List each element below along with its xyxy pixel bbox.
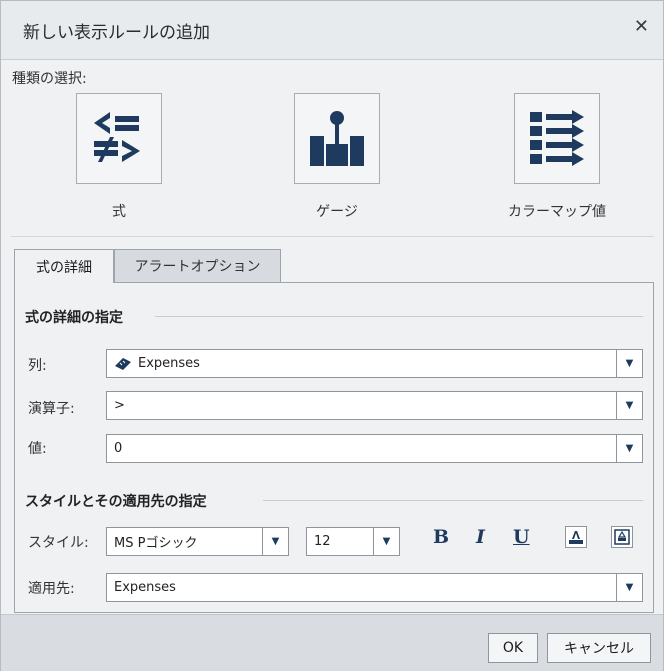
tab-alert-options[interactable]: アラートオプション bbox=[114, 249, 281, 282]
gauge-type-label: ゲージ bbox=[316, 204, 358, 220]
title-bar: 新しい表示ルールの追加 ✕ bbox=[1, 1, 663, 60]
measure-icon bbox=[115, 357, 131, 370]
colormap-icon bbox=[530, 109, 584, 166]
dialog-title: 新しい表示ルールの追加 bbox=[23, 23, 210, 43]
apply-to-select[interactable]: Expenses ▼ bbox=[106, 573, 643, 602]
ok-button[interactable]: OK bbox=[488, 633, 538, 663]
value-combo[interactable]: 0 ▼ bbox=[106, 434, 643, 463]
apply-to-label: 適用先: bbox=[28, 581, 75, 597]
chevron-down-icon[interactable]: ▼ bbox=[616, 392, 642, 419]
italic-button[interactable]: I bbox=[476, 526, 485, 548]
dialog-footer: OK キャンセル bbox=[1, 614, 663, 671]
chevron-down-icon[interactable]: ▼ bbox=[262, 528, 288, 555]
background-color-icon bbox=[614, 529, 630, 545]
chevron-down-icon[interactable]: ▼ bbox=[616, 350, 642, 377]
section-divider bbox=[155, 316, 643, 317]
expression-type-label: 式 bbox=[112, 204, 126, 220]
apply-to-value: Expenses bbox=[114, 580, 176, 595]
value-label: 値: bbox=[28, 441, 47, 457]
value-value: 0 bbox=[114, 441, 123, 456]
expression-section-title: 式の詳細の指定 bbox=[25, 310, 123, 326]
gauge-icon bbox=[310, 110, 364, 166]
operator-select[interactable]: > ▼ bbox=[106, 391, 643, 420]
expression-type-button[interactable] bbox=[76, 93, 162, 184]
font-select[interactable]: MS Pゴシック ▼ bbox=[106, 527, 289, 556]
gauge-type-button[interactable] bbox=[294, 93, 380, 184]
operator-label: 演算子: bbox=[28, 401, 75, 417]
chevron-down-icon[interactable]: ▼ bbox=[616, 435, 642, 462]
style-label: スタイル: bbox=[28, 535, 89, 551]
column-label: 列: bbox=[28, 358, 47, 374]
chevron-down-icon[interactable]: ▼ bbox=[373, 528, 399, 555]
column-select[interactable]: Expenses ▼ bbox=[106, 349, 643, 378]
font-value: MS Pゴシック bbox=[114, 536, 198, 551]
expression-details-panel: 式の詳細の指定 列: Expenses ▼ 演算子: > ▼ 値: 0 ▼ スタ… bbox=[14, 282, 654, 613]
operator-value: > bbox=[114, 398, 125, 413]
bold-button[interactable]: B bbox=[433, 526, 449, 548]
font-size-value: 12 bbox=[314, 534, 331, 549]
text-color-icon bbox=[569, 531, 583, 544]
style-section-title: スタイルとその適用先の指定 bbox=[25, 494, 207, 510]
expression-icon bbox=[94, 111, 140, 162]
type-selection-label: 種類の選択: bbox=[12, 71, 87, 87]
background-color-button[interactable] bbox=[611, 526, 633, 548]
section-divider bbox=[263, 500, 643, 501]
colormap-type-label: カラーマップ値 bbox=[508, 204, 606, 220]
underline-button[interactable]: U bbox=[513, 526, 530, 548]
chevron-down-icon[interactable]: ▼ bbox=[616, 574, 642, 601]
font-size-select[interactable]: 12 ▼ bbox=[306, 527, 400, 556]
column-value: Expenses bbox=[138, 356, 200, 371]
divider bbox=[11, 236, 654, 237]
text-color-button[interactable] bbox=[565, 526, 587, 548]
colormap-type-button[interactable] bbox=[514, 93, 600, 184]
tab-expression-details[interactable]: 式の詳細 bbox=[14, 249, 114, 283]
close-icon[interactable]: ✕ bbox=[634, 16, 649, 37]
cancel-button[interactable]: キャンセル bbox=[547, 633, 651, 663]
add-display-rule-dialog: 新しい表示ルールの追加 ✕ 種類の選択: 式 ゲージ カラーマップ値 式の詳細 … bbox=[0, 0, 664, 671]
